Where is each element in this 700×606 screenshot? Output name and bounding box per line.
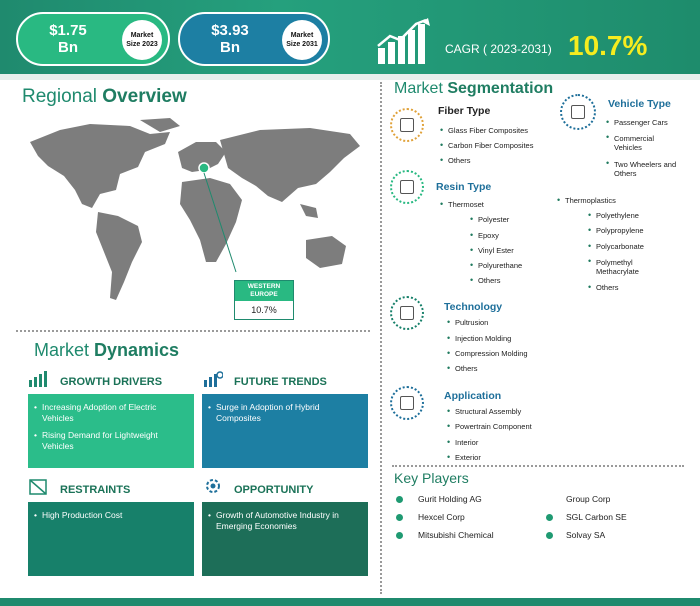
thermoset-item: Others bbox=[470, 275, 500, 285]
opportunity-item: Growth of Automotive Industry in Emergin… bbox=[208, 510, 360, 532]
player-bullet bbox=[396, 496, 403, 503]
thermoplastics-label: Thermoplastics bbox=[557, 195, 616, 205]
key-players-separator bbox=[392, 465, 684, 467]
thermoset-label: Thermoset bbox=[440, 199, 484, 209]
thermoplastic-item: Polyethylene bbox=[588, 210, 639, 220]
application-item: Interior bbox=[447, 437, 478, 447]
fiber-item: Carbon Fiber Composites bbox=[440, 140, 533, 150]
region-callout: WESTERN EUROPE 10.7% bbox=[234, 280, 294, 320]
player-name: Group Corp bbox=[566, 494, 611, 504]
world-map bbox=[30, 118, 360, 300]
vehicle-item: Commercial Vehicles bbox=[606, 133, 674, 152]
gear-icon bbox=[206, 479, 220, 493]
footer-bar bbox=[0, 598, 700, 606]
vehicle-item: Passenger Cars bbox=[606, 117, 668, 127]
restraint-item: High Production Cost bbox=[34, 510, 186, 521]
thermoset-item: Polyester bbox=[470, 214, 509, 224]
player-name: Solvay SA bbox=[566, 530, 606, 540]
region-name: WESTERN EUROPE bbox=[235, 281, 293, 301]
player-bullet bbox=[396, 532, 403, 539]
technology-title: Technology bbox=[444, 301, 503, 313]
resin-type-icon bbox=[390, 170, 424, 204]
thermoplastic-item: Polymethyl Methacrylate bbox=[588, 257, 656, 276]
thermoplastic-item: Others bbox=[588, 282, 618, 292]
market-size-2023-value: $1.75 Bn bbox=[49, 22, 87, 56]
restraints-title: RESTRAINTS bbox=[60, 484, 131, 496]
fiber-item: Glass Fiber Composites bbox=[440, 125, 528, 135]
player-name: Mitsubishi Chemical bbox=[418, 530, 494, 540]
player-name: SGL Carbon SE bbox=[566, 512, 627, 522]
restraints-box: High Production Cost bbox=[28, 502, 194, 576]
market-segmentation-title: Market Segmentation bbox=[394, 80, 554, 97]
future-trends-box: Surge in Adoption of Hybrid Composites bbox=[202, 394, 368, 468]
application-item: Exterior bbox=[447, 452, 481, 462]
market-size-2031-label: Market Size 2031 bbox=[282, 20, 322, 60]
fiber-type-title: Fiber Type bbox=[438, 105, 491, 117]
bar-chart-icon bbox=[29, 371, 47, 387]
growth-chart-icon bbox=[377, 18, 430, 64]
application-item: Structural Assembly bbox=[447, 406, 521, 416]
player-bullet bbox=[546, 514, 553, 521]
thermoset-item: Vinyl Ester bbox=[470, 245, 514, 255]
market-size-2031-value: $3.93 Bn bbox=[211, 22, 249, 56]
fiber-item: Others bbox=[440, 155, 470, 165]
player-name: Gurit Holding AG bbox=[418, 494, 482, 504]
trend-chart-icon bbox=[204, 371, 223, 387]
key-players-title: Key Players bbox=[394, 470, 469, 486]
growth-drivers-box: Increasing Adoption of Electric Vehicles… bbox=[28, 394, 194, 468]
thermoset-item: Polyurethane bbox=[470, 260, 522, 270]
future-trends-title: FUTURE TRENDS bbox=[234, 376, 327, 388]
player-name: Hexcel Corp bbox=[418, 512, 465, 522]
dynamics-separator bbox=[16, 330, 370, 332]
application-icon bbox=[390, 386, 424, 420]
thermoset-item: Epoxy bbox=[470, 230, 499, 240]
resin-type-title: Resin Type bbox=[436, 181, 492, 193]
opportunity-box: Growth of Automotive Industry in Emergin… bbox=[202, 502, 368, 576]
market-dynamics-title: Market Dynamics bbox=[34, 340, 180, 360]
thermoplastic-item: Polycarbonate bbox=[588, 241, 644, 251]
application-item: Powertrain Component bbox=[447, 421, 532, 431]
regional-overview-title: Regional Overview bbox=[22, 86, 187, 107]
technology-item: Others bbox=[447, 363, 477, 373]
thermoplastic-item: Polypropylene bbox=[588, 225, 643, 235]
growth-driver-item: Rising Demand for Lightweight Vehicles bbox=[34, 430, 186, 452]
cagr-value: 10.7% bbox=[568, 30, 648, 61]
cagr-label: CAGR ( 2023-2031) bbox=[445, 42, 552, 56]
opportunity-title: OPPORTUNITY bbox=[234, 484, 314, 496]
technology-icon bbox=[390, 296, 424, 330]
column-separator bbox=[380, 82, 382, 594]
growth-drivers-title: GROWTH DRIVERS bbox=[60, 376, 163, 388]
market-size-2023-label: Market Size 2023 bbox=[122, 20, 162, 60]
fiber-type-icon bbox=[390, 108, 424, 142]
technology-item: Compression Molding bbox=[447, 348, 527, 358]
vehicle-type-title: Vehicle Type bbox=[608, 98, 671, 110]
player-bullet bbox=[546, 532, 553, 539]
vehicle-type-icon bbox=[560, 94, 596, 130]
market-size-2023-pill: $1.75 Bn Market Size 2023 bbox=[16, 12, 170, 66]
market-size-2031-pill: $3.93 Bn Market Size 2031 bbox=[178, 12, 330, 66]
restraint-icon bbox=[29, 479, 47, 495]
vehicle-item: Two Wheelers and Others bbox=[606, 159, 680, 178]
header-divider bbox=[0, 74, 700, 80]
application-title: Application bbox=[444, 390, 502, 402]
future-trend-item: Surge in Adoption of Hybrid Composites bbox=[208, 402, 360, 424]
technology-item: Pultrusion bbox=[447, 317, 488, 327]
technology-item: Injection Molding bbox=[447, 333, 511, 343]
region-value: 10.7% bbox=[251, 305, 277, 315]
growth-driver-item: Increasing Adoption of Electric Vehicles bbox=[34, 402, 186, 424]
player-bullet bbox=[396, 514, 403, 521]
